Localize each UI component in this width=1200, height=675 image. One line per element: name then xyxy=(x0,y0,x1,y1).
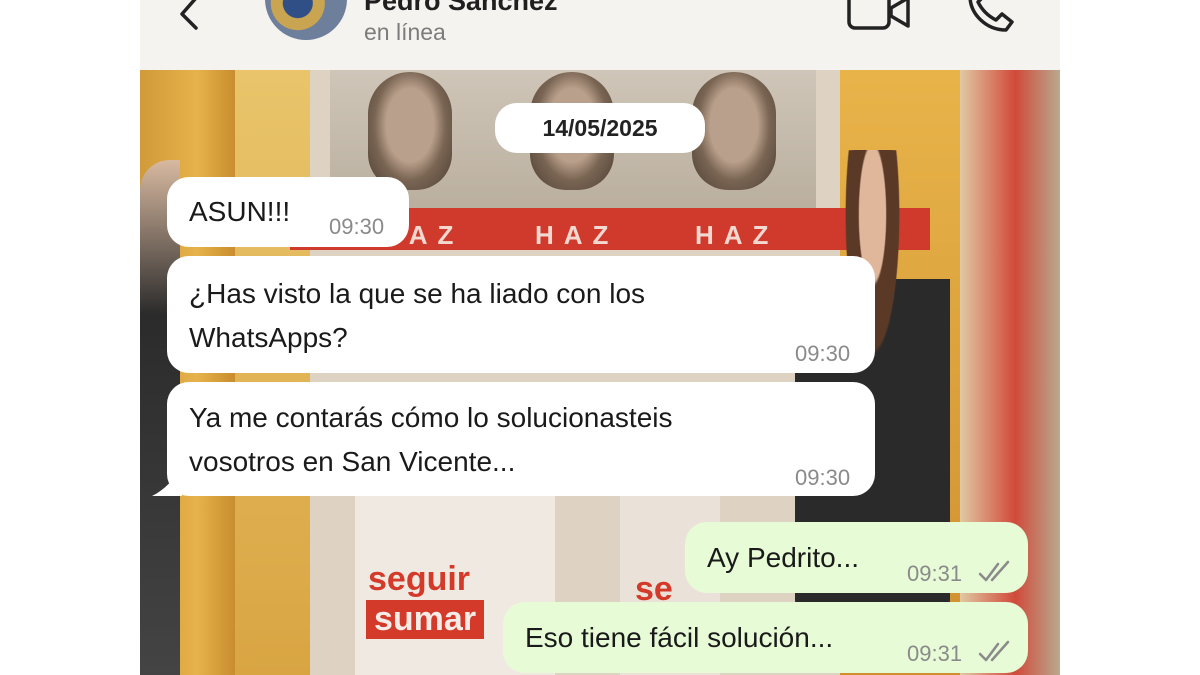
double-check-icon xyxy=(978,560,1010,582)
poster-face xyxy=(368,72,452,190)
message-text: ASUN!!! xyxy=(189,196,291,227)
incoming-message-bubble[interactable]: ASUN!!! 09:30 xyxy=(167,177,409,247)
message-text: Ya me contarás cómo lo solucionasteis vo… xyxy=(189,396,673,484)
slogan-box: sumar xyxy=(366,600,485,639)
contact-name[interactable]: Pedro Sánchez xyxy=(364,0,558,17)
message-line: ¿Has visto la que se ha liado con los xyxy=(189,278,646,309)
message-text: Eso tiene fácil solución... xyxy=(525,622,834,653)
contact-status: en línea xyxy=(364,19,446,45)
incoming-message-bubble[interactable]: Ya me contarás cómo lo solucionasteis vo… xyxy=(167,382,875,496)
message-time: 09:30 xyxy=(795,465,851,490)
chat-header: Pedro Sánchez en línea xyxy=(140,0,1060,70)
message-text: Ay Pedrito... xyxy=(707,542,860,573)
message-time: 09:31 xyxy=(907,561,963,586)
date-separator: 14/05/2025 xyxy=(495,103,705,153)
slogan-text: seguir xyxy=(368,560,471,598)
message-time: 09:30 xyxy=(329,214,385,239)
contact-avatar[interactable] xyxy=(265,0,347,40)
chat-screen: HAZ HAZ HAZ seguir sumar se Pedro Sánche… xyxy=(140,0,1060,675)
message-line: Ya me contarás cómo lo solucionasteis xyxy=(189,402,673,433)
message-line: vosotros en San Vicente... xyxy=(189,446,516,477)
message-text: ¿Has visto la que se ha liado con los Wh… xyxy=(189,272,645,360)
video-call-icon[interactable] xyxy=(846,0,912,32)
poster-word: HAZ xyxy=(535,220,619,250)
back-arrow-icon[interactable] xyxy=(170,0,210,34)
message-time: 09:30 xyxy=(795,341,851,366)
message-time: 09:31 xyxy=(907,641,963,666)
phone-call-icon[interactable] xyxy=(962,0,1018,34)
outgoing-message-bubble[interactable]: Eso tiene fácil solución... 09:31 xyxy=(503,602,1028,673)
outgoing-message-bubble[interactable]: Ay Pedrito... 09:31 xyxy=(685,522,1028,593)
incoming-message-bubble[interactable]: ¿Has visto la que se ha liado con los Wh… xyxy=(167,256,875,373)
double-check-icon xyxy=(978,640,1010,662)
message-line: WhatsApps? xyxy=(189,322,348,353)
poster-word: HAZ xyxy=(695,220,779,250)
